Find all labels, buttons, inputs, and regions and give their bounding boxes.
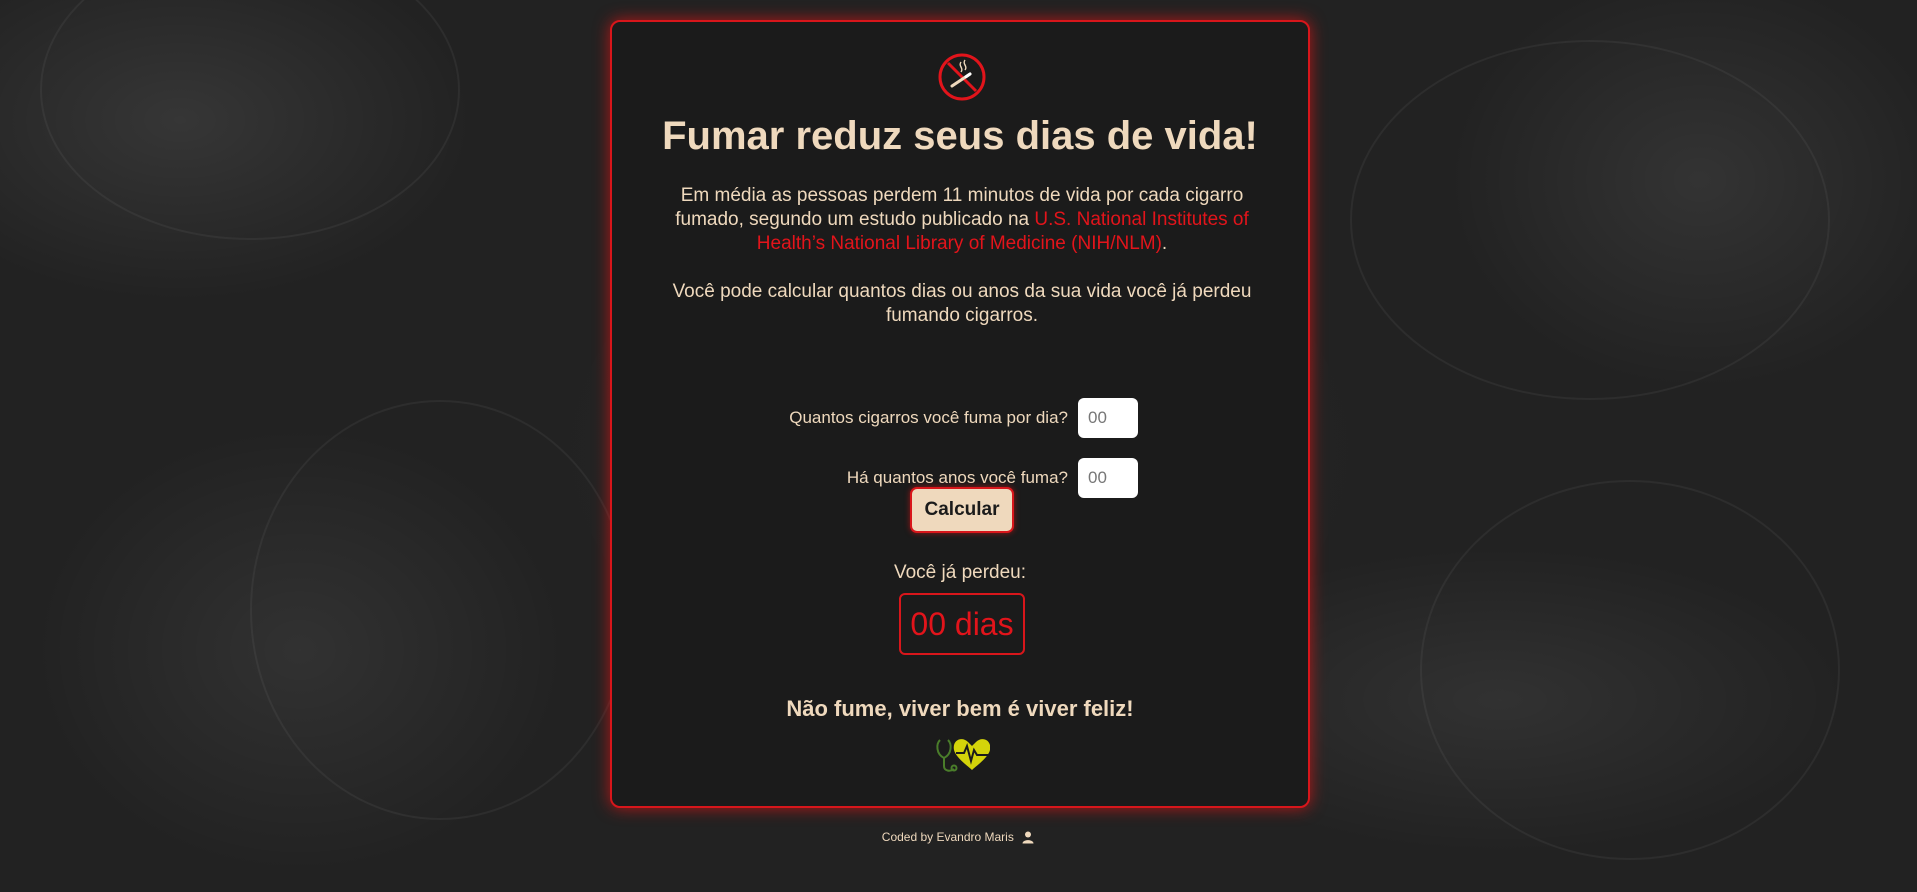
intro-text-end: . [1161,233,1168,254]
cigarettes-row: Quantos cigarros você fuma por dia? [612,398,1308,438]
calculator-description: Você pode calcular quantos dias ou anos … [672,281,1252,326]
calculate-button[interactable]: Calcular [910,487,1014,533]
main-card: Fumar reduz seus dias de vida! Em média … [610,20,1310,808]
smoke-decoration [1350,40,1830,400]
years-label: Há quantos anos você fuma? [846,468,1068,487]
page-title: Fumar reduz seus dias de vida! [662,114,1258,158]
footer: Coded by Evandro Maris [0,830,1917,844]
smoke-decoration [40,0,460,240]
no-smoking-icon [938,53,986,101]
result-label: Você já perdeu: [893,562,1027,583]
smoke-decoration [1420,480,1840,860]
user-icon [1022,831,1034,844]
slogan: Não fume, viver bem é viver feliz! [786,696,1134,721]
intro-paragraph: Em média as pessoas perdem 11 minutos de… [652,184,1272,256]
heart-stethoscope-icon [936,739,990,772]
footer-credit: Coded by Evandro Maris [881,830,1014,844]
years-smoking-input[interactable] [1078,458,1138,498]
cigarettes-label: Quantos cigarros você fuma por dia? [789,408,1068,427]
smoke-decoration [250,400,630,820]
result-value: 00 dias [910,605,1014,642]
result-box: 00 dias [899,593,1025,655]
cigarettes-per-day-input[interactable] [1078,398,1138,438]
